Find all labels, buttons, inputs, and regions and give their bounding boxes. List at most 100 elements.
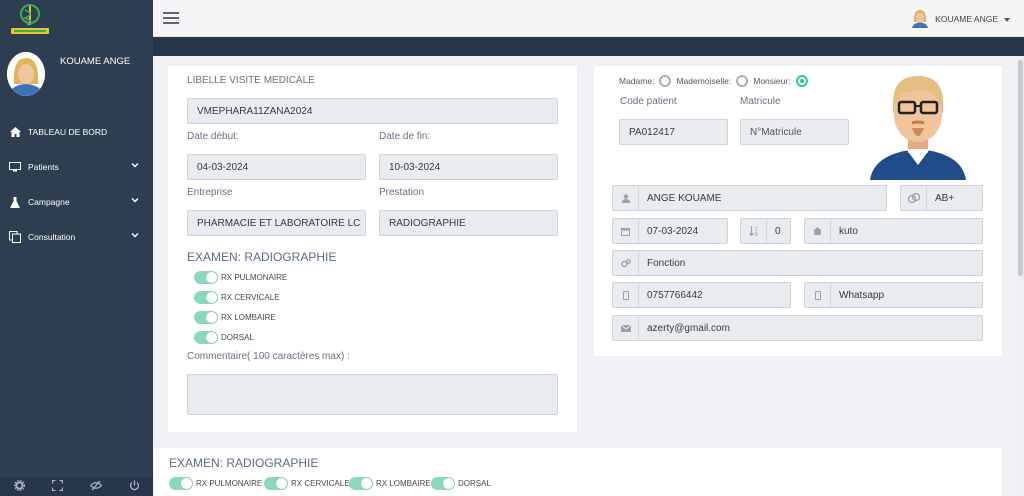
- city-value: kuto: [839, 225, 858, 237]
- whatsapp-placeholder: Whatsapp: [839, 289, 885, 301]
- user-menu[interactable]: KOUAME ANGE: [911, 8, 1010, 30]
- toggle-switch[interactable]: [194, 271, 218, 284]
- children-field[interactable]: 19 0: [740, 218, 791, 244]
- power-icon[interactable]: [129, 478, 140, 496]
- calendar-icon: [613, 219, 639, 243]
- nav-patients[interactable]: Patients: [0, 157, 153, 177]
- toggle-switch[interactable]: [194, 331, 218, 344]
- flask-icon: [9, 196, 21, 208]
- date-fin-label: Date de fin:: [379, 131, 431, 142]
- blood-group-field[interactable]: AB+: [900, 185, 983, 211]
- prestation-label: Prestation: [379, 187, 425, 198]
- radio-mademoiselle[interactable]: [736, 75, 749, 87]
- nav-patients-label: Patients: [28, 162, 59, 172]
- birth-date-field[interactable]: 07-03-2024: [612, 218, 728, 244]
- exam-label: DORSAL: [221, 333, 254, 342]
- exam-label: RX PULMONAIRE: [196, 479, 263, 488]
- nav-dashboard-label: TABLEAU DE BORD: [28, 127, 108, 137]
- eye-slash-icon[interactable]: [89, 478, 102, 496]
- code-patient-field[interactable]: PA012417: [619, 119, 728, 145]
- topbar: KOUAME ANGE: [153, 0, 1024, 37]
- menu-icon[interactable]: [163, 11, 179, 25]
- nav-consultation-label: Consultation: [28, 232, 76, 242]
- copy-icon: [9, 231, 21, 243]
- prestation-field[interactable]: RADIOGRAPHIE: [379, 210, 558, 236]
- commentaire-label: Commentaire( 100 caractères max) :: [187, 351, 350, 362]
- exam-label: RX LOMBAIRE: [221, 313, 276, 322]
- avatar: [911, 8, 929, 30]
- radio-madame[interactable]: [659, 75, 672, 87]
- caret-down-icon: [1004, 14, 1010, 24]
- entreprise-label: Entreprise: [187, 187, 233, 198]
- expand-icon[interactable]: [51, 478, 63, 496]
- user-icon: [613, 186, 639, 210]
- header-band: [153, 37, 1024, 56]
- exam-label: RX PULMONAIRE: [221, 273, 288, 282]
- nav-campagne[interactable]: Campagne: [0, 192, 153, 212]
- toggle-switch[interactable]: [194, 291, 218, 304]
- toggle-switch[interactable]: [431, 477, 455, 490]
- topbar-user-name: KOUAME ANGE: [935, 14, 998, 24]
- children-value: 0: [775, 225, 781, 237]
- radio-label: Mademoiselle:: [676, 76, 732, 86]
- sidebar-footer: [0, 477, 153, 496]
- scrollbar[interactable]: [1017, 56, 1024, 496]
- sort-numeric-icon: 19: [741, 219, 767, 243]
- fonction-field[interactable]: Fonction: [612, 250, 983, 276]
- toggle-switch[interactable]: [194, 311, 218, 324]
- name-value: ANGE KOUAME: [647, 192, 722, 204]
- blood-type-icon: [901, 186, 927, 210]
- exam-toggle[interactable]: DORSAL: [194, 331, 254, 344]
- libelle-field[interactable]: VMEPHARA11ZANA2024: [187, 98, 558, 124]
- exam-label: RX LOMBAIRE: [376, 479, 431, 488]
- exam-toggle[interactable]: RX PULMONAIRE: [169, 477, 262, 490]
- whatsapp-field[interactable]: Whatsapp: [804, 282, 983, 308]
- exam-label: RX CERVICALE: [221, 293, 280, 302]
- exam-toggle[interactable]: RX CERVICALE: [264, 477, 350, 490]
- svg-text:9: 9: [754, 232, 757, 236]
- examen-title: EXAMEN: RADIOGRAPHIE: [187, 250, 337, 264]
- phone-field[interactable]: 0757766442: [612, 282, 791, 308]
- bottom-examen-title: EXAMEN: RADIOGRAPHIE: [169, 456, 319, 470]
- city-field[interactable]: kuto: [804, 218, 983, 244]
- date-debut-field[interactable]: 04-03-2024: [187, 154, 366, 180]
- home-icon: [805, 219, 831, 243]
- blood-group-value: AB+: [935, 192, 955, 204]
- libelle-label: LIBELLE VISITE MEDICALE: [187, 75, 315, 86]
- toggle-switch[interactable]: [264, 477, 288, 490]
- nav-dashboard[interactable]: TABLEAU DE BORD: [0, 122, 153, 142]
- radio-monsieur[interactable]: [795, 75, 808, 87]
- radio-label: Madame:: [619, 76, 655, 86]
- chevron-down-icon: [131, 231, 139, 241]
- date-fin-field[interactable]: 10-03-2024: [379, 154, 558, 180]
- scrollbar-thumb[interactable]: [1018, 60, 1023, 276]
- matricule-label: Matricule: [740, 96, 781, 107]
- entreprise-field[interactable]: PHARMACIE ET LABORATOIRE LC: [187, 210, 366, 236]
- birth-date-value: 07-03-2024: [647, 225, 699, 237]
- exam-toggle[interactable]: RX CERVICALE: [194, 291, 280, 304]
- radio-label: Monsieur:: [753, 76, 791, 86]
- email-value: azerty@gmail.com: [647, 322, 730, 334]
- email-field[interactable]: azerty@gmail.com: [612, 315, 983, 341]
- date-debut-label: Date début:: [187, 131, 239, 142]
- mobile-icon: [805, 283, 831, 307]
- phone-value: 0757766442: [647, 289, 703, 301]
- exam-label: RX CERVICALE: [291, 479, 350, 488]
- matricule-field[interactable]: N°Matricule: [740, 119, 849, 145]
- exam-toggle[interactable]: RX LOMBAIRE: [349, 477, 431, 490]
- commentaire-textarea[interactable]: [187, 374, 558, 415]
- exam-toggle[interactable]: RX PULMONAIRE: [194, 271, 287, 284]
- name-field[interactable]: ANGE KOUAME: [612, 185, 887, 211]
- toggle-switch[interactable]: [169, 477, 193, 490]
- nav-consultation[interactable]: Consultation: [0, 227, 153, 247]
- sidebar: KOUAME ANGE TABLEAU DE BORD Patients Cam…: [0, 0, 153, 496]
- gears-icon: [613, 251, 639, 275]
- gear-icon[interactable]: [13, 478, 25, 496]
- caduceus-logo[interactable]: [7, 3, 53, 37]
- toggle-switch[interactable]: [349, 477, 373, 490]
- exam-toggle[interactable]: DORSAL: [431, 477, 491, 490]
- chevron-down-icon: [131, 196, 139, 206]
- exam-toggle[interactable]: RX LOMBAIRE: [194, 311, 276, 324]
- user-name: KOUAME ANGE: [60, 56, 131, 67]
- mobile-icon: [613, 283, 639, 307]
